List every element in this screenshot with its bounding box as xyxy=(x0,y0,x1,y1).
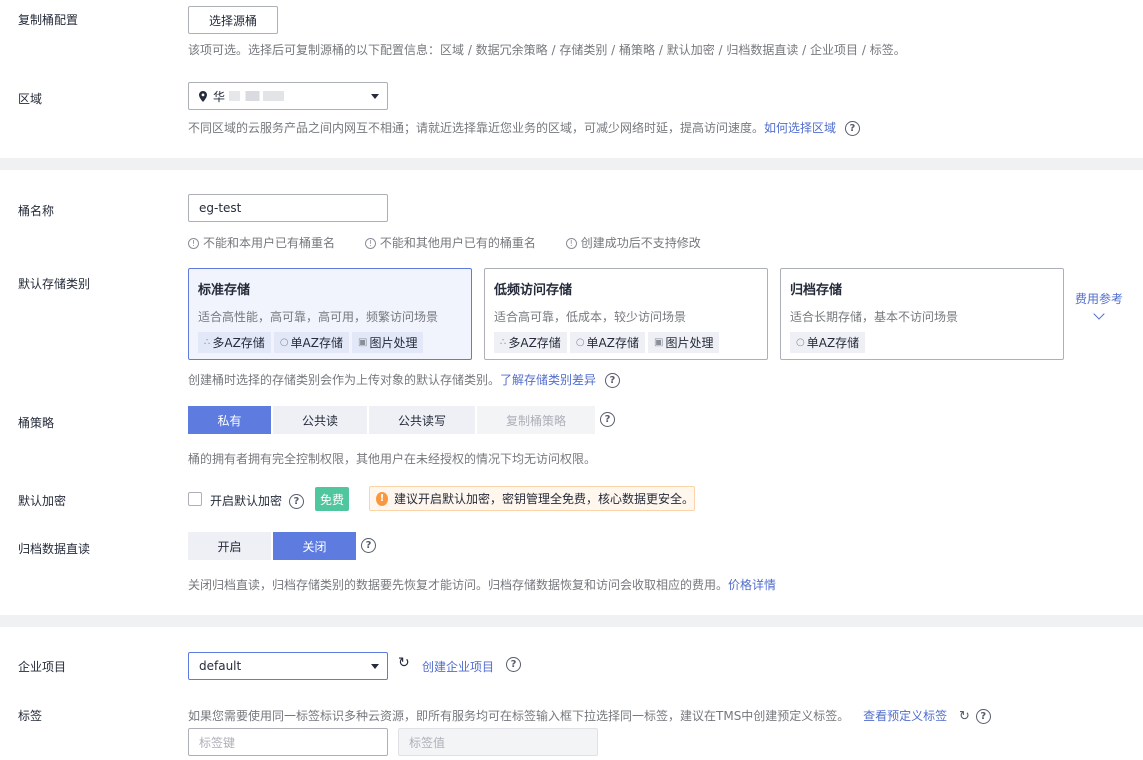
archive-read-off[interactable]: 关闭 xyxy=(273,532,356,560)
card-desc: 适合高性能，高可靠，高可用，频繁访问场景 xyxy=(198,310,439,324)
rule-item: ! 不能和其他用户已有的桶重名 xyxy=(364,236,536,250)
region-value: 华 xyxy=(213,89,226,104)
card-desc: 适合高可靠，低成本，较少访问场景 xyxy=(494,310,687,324)
help-icon[interactable]: ? xyxy=(844,121,860,136)
storage-diff-link[interactable]: 了解存储类别差异 xyxy=(500,373,596,387)
storage-hint: 创建桶时选择的存储类别会作为上传对象的默认存储类别。 xyxy=(188,373,501,387)
card-title: 标准存储 xyxy=(198,283,251,298)
tags-hint-line: 如果您需要使用同一标签标识多种云资源，即所有服务均可在标签输入框下拉选择同一标签… xyxy=(188,707,991,724)
select-source-bucket-button[interactable]: 选择源桶 xyxy=(188,6,278,34)
free-badge: 免费 xyxy=(315,487,349,511)
card-title: 低频访问存储 xyxy=(494,283,573,298)
archive-hint: 关闭归档直读，归档存储类别的数据要先恢复才能访问。归档存储数据恢复和访问会收取相… xyxy=(188,578,729,592)
help-icon[interactable]: ? xyxy=(600,412,615,427)
help-icon[interactable]: ? xyxy=(604,373,620,388)
card-title: 归档存储 xyxy=(790,283,843,298)
multi-az-icon: ∴ xyxy=(500,337,507,348)
rule-item: ! 不能和本用户已有桶重名 xyxy=(188,236,335,250)
info-icon: ! xyxy=(565,238,577,249)
create-enterprise-link[interactable]: 创建企业项目 xyxy=(422,658,494,675)
fee-reference-link[interactable]: 费用参考 xyxy=(1075,290,1123,307)
tags-label: 标签 xyxy=(18,709,43,723)
chevron-down-icon xyxy=(371,664,379,669)
tag-key-input[interactable]: 标签键 xyxy=(188,728,388,756)
storage-card-infrequent[interactable]: 低频访问存储 适合高可靠，低成本，较少访问场景 ∴ 多AZ存储 ○ 单AZ存储 ▣ 图… xyxy=(484,268,768,360)
single-az-icon: ○ xyxy=(796,337,805,348)
storage-class-label: 默认存储类别 xyxy=(18,277,91,291)
storage-card-standard[interactable]: 标准存储 适合高性能，高可靠，高可用，频繁访问场景 ∴ 多AZ存储 ○ 单AZ存储 … xyxy=(188,268,472,360)
encryption-notice-text: 建议开启默认加密，密钥管理全免费，核心数据更安全。 xyxy=(393,492,694,506)
archive-read-on[interactable]: 开启 xyxy=(188,532,271,560)
info-icon: ! xyxy=(364,238,376,249)
region-hint-line: 不同区域的云服务产品之间内网互不相通；请就近选择靠近您业务的区域，可减少网络时延… xyxy=(188,119,860,136)
region-select[interactable]: 华 xyxy=(188,82,388,110)
help-icon[interactable]: ? xyxy=(506,657,521,672)
storage-card-archive[interactable]: 归档存储 适合长期存储，基本不访问场景 ○ 单AZ存储 xyxy=(780,268,1064,360)
help-icon[interactable]: ? xyxy=(361,538,376,553)
bucket-name-rules: ! 不能和本用户已有桶重名 ! 不能和其他用户已有的桶重名 ! 创建成功后不支持修改 xyxy=(188,234,701,251)
policy-label: 桶策略 xyxy=(18,416,55,430)
refresh-icon[interactable]: ↻ xyxy=(959,709,970,724)
image-icon: ▣ xyxy=(653,337,664,348)
chip-single-az: ○ 单AZ存储 xyxy=(569,332,645,353)
archive-read-label: 归档数据直读 xyxy=(18,542,91,556)
region-hint: 不同区域的云服务产品之间内网互不相通；请就近选择靠近您业务的区域，可减少网络时延… xyxy=(188,121,765,135)
encryption-notice: ! 建议开启默认加密，密钥管理全免费，核心数据更安全。 xyxy=(369,486,695,511)
enterprise-label: 企业项目 xyxy=(18,660,67,674)
policy-hint: 桶的拥有者拥有完全控制权限，其他用户在未经授权的情况下均无访问权限。 xyxy=(188,452,597,466)
single-az-icon: ○ xyxy=(279,337,289,348)
encryption-checkbox-label[interactable]: 开启默认加密 ? xyxy=(210,492,304,509)
enterprise-tags-panel: 企业项目 default ↻ 创建企业项目 ? 标签 如果您需要使用同一标签标识… xyxy=(0,627,1143,760)
chevron-down-icon xyxy=(371,94,379,99)
policy-private[interactable]: 私有 xyxy=(188,406,271,434)
multi-az-icon: ∴ xyxy=(204,337,211,348)
bucket-name-label: 桶名称 xyxy=(18,204,55,218)
archive-hint-line: 关闭归档直读，归档存储类别的数据要先恢复才能访问。归档存储数据恢复和访问会收取相… xyxy=(188,576,776,593)
chip-image: ▣ 图片处理 xyxy=(647,332,720,353)
price-details-link[interactable]: 价格详情 xyxy=(728,578,776,592)
replication-label: 复制桶配置 xyxy=(18,13,79,27)
enterprise-select[interactable]: default xyxy=(188,652,388,680)
bucket-config-panel: 桶名称 eg-test ! 不能和本用户已有桶重名 ! 不能和其他用户已有的桶重名 … xyxy=(0,170,1143,615)
enterprise-value: default xyxy=(199,659,242,673)
replication-region-panel: 复制桶配置 选择源桶 该项可选。选择后可复制源桶的以下配置信息：区域 / 数据冗… xyxy=(0,0,1143,158)
location-pin-icon xyxy=(199,91,207,102)
card-desc: 适合长期存储，基本不访问场景 xyxy=(790,310,959,324)
chip-multi-az: ∴ 多AZ存储 xyxy=(198,332,271,353)
policy-public-read[interactable]: 公共读 xyxy=(273,406,367,434)
encryption-label: 默认加密 xyxy=(18,494,67,508)
chip-single-az: ○ 单AZ存储 xyxy=(273,332,349,353)
info-icon: ! xyxy=(188,238,199,249)
help-icon[interactable]: ? xyxy=(975,709,991,724)
single-az-icon: ○ xyxy=(575,337,585,348)
policy-public-read-write[interactable]: 公共读写 xyxy=(369,406,475,434)
warning-icon: ! xyxy=(376,491,388,506)
chip-multi-az: ∴ 多AZ存储 xyxy=(494,332,567,353)
storage-hint-line: 创建桶时选择的存储类别会作为上传对象的默认存储类别。了解存储类别差异 ? xyxy=(188,371,620,388)
policy-copy: 复制桶策略 xyxy=(477,406,595,434)
rule-item: ! 创建成功后不支持修改 xyxy=(565,236,701,250)
region-redacted xyxy=(229,91,285,101)
predefined-tags-link[interactable]: 查看预定义标签 xyxy=(863,709,947,723)
bucket-name-input[interactable]: eg-test xyxy=(188,194,388,222)
replication-hint: 该项可选。选择后可复制源桶的以下配置信息：区域 / 数据冗余策略 / 存储类别 … xyxy=(188,43,906,57)
chip-single-az: ○ 单AZ存储 xyxy=(790,332,866,353)
chip-image: ▣ 图片处理 xyxy=(351,332,424,353)
help-icon[interactable]: ? xyxy=(288,494,304,509)
chevron-down-icon[interactable] xyxy=(1093,308,1105,320)
region-help-link[interactable]: 如何选择区域 xyxy=(764,121,836,135)
region-label: 区域 xyxy=(18,92,43,106)
tag-value-input[interactable]: 标签值 xyxy=(398,728,598,756)
encryption-checkbox[interactable] xyxy=(188,492,202,506)
image-icon: ▣ xyxy=(357,337,368,348)
fee-reference[interactable]: 费用参考 xyxy=(1075,290,1123,320)
tags-hint: 如果您需要使用同一标签标识多种云资源，即所有服务均可在标签输入框下拉选择同一标签… xyxy=(188,709,850,723)
refresh-icon[interactable]: ↻ xyxy=(398,655,410,671)
